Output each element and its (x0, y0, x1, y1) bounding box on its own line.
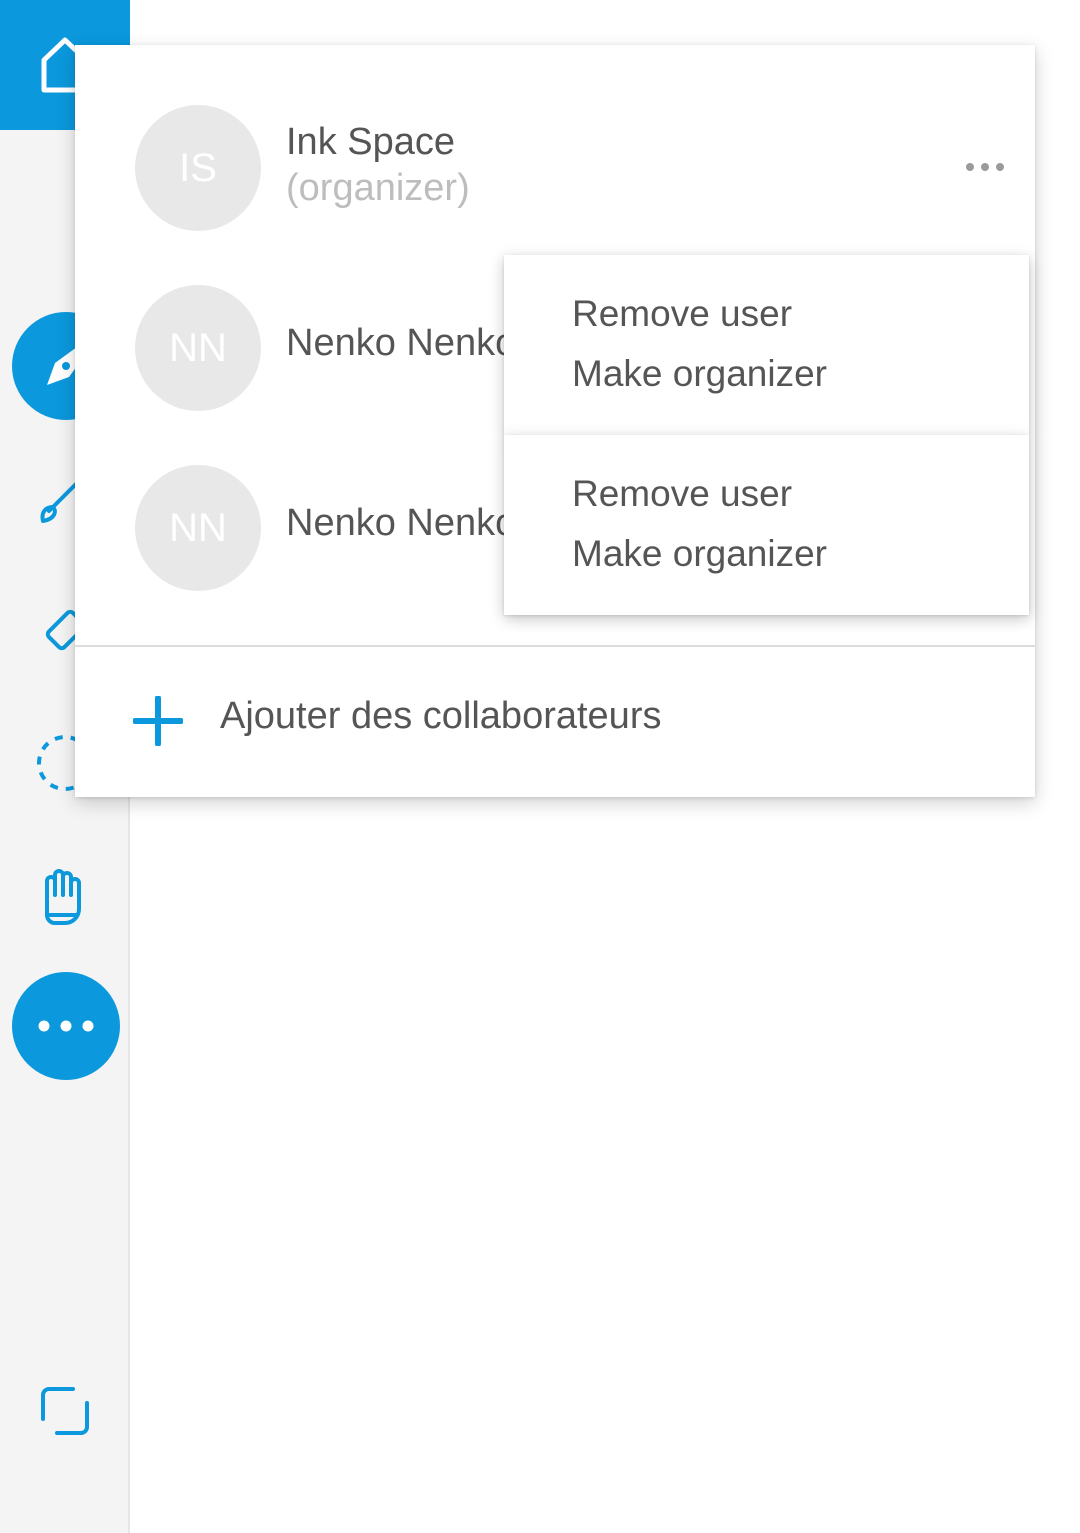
member-context-menu: Remove user Make organizer (504, 255, 1029, 435)
remove-user-item[interactable]: Remove user (572, 293, 792, 335)
more-tools-button[interactable] (12, 972, 120, 1080)
member-name: Nenko Nenkov (286, 502, 536, 544)
member-role: (organizer) (286, 167, 470, 209)
avatar: NN (135, 285, 261, 411)
member-name: Nenko Nenkov (286, 322, 536, 364)
member-context-menu: Remove user Make organizer (504, 435, 1029, 615)
member-row: IS Ink Space (organizer) (75, 45, 1035, 231)
remove-user-item[interactable]: Remove user (572, 473, 792, 515)
avatar: NN (135, 465, 261, 591)
plus-icon (133, 696, 183, 746)
hand-pan-button[interactable] (30, 862, 100, 932)
hand-pan-icon (45, 869, 81, 925)
more-icon (38, 1020, 94, 1032)
add-collaborators-button[interactable]: Ajouter des collaborateurs (75, 647, 1035, 797)
more-options-icon[interactable] (965, 157, 1005, 177)
make-organizer-item[interactable]: Make organizer (572, 533, 827, 575)
make-organizer-item[interactable]: Make organizer (572, 353, 827, 395)
resize-icon (41, 1387, 89, 1435)
add-collaborators-label: Ajouter des collaborateurs (220, 695, 662, 737)
member-name: Ink Space (286, 121, 455, 163)
resize-button[interactable] (32, 1378, 102, 1448)
avatar: IS (135, 105, 261, 231)
